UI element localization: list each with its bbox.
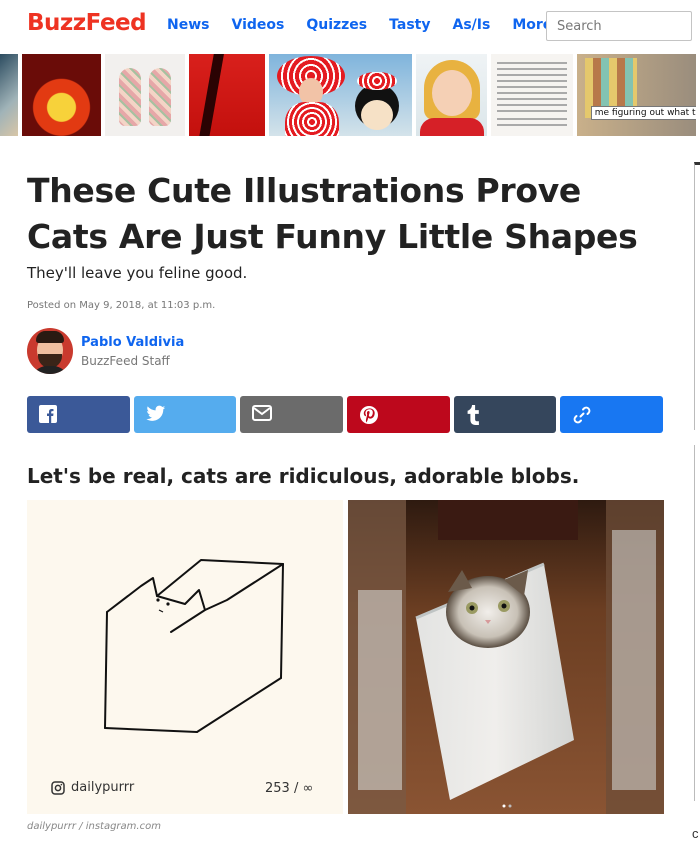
share-bar [27,396,664,433]
text-line [497,110,568,112]
text-line [497,68,568,70]
link-icon [573,406,591,424]
slipper-shape [149,68,172,126]
avatar-hair-shape [36,331,64,343]
share-email-button[interactable] [240,396,344,433]
mouse-face-shape [360,100,393,130]
instagram-handle: dailypurrr [71,780,135,795]
share-facebook-button[interactable] [27,396,130,433]
share-twitter-button[interactable] [133,396,237,433]
site-header: BuzzFeed News Videos Quizzes Tasty As/Is… [0,0,700,54]
trending-thumbnail[interactable] [0,54,18,136]
nav-videos[interactable]: Videos [231,17,284,33]
article-title: These Cute Illustrations Prove Cats Are … [27,171,638,256]
image-credit: dailypurrr / instagram.com [27,821,161,832]
author-role: BuzzFeed Staff [81,354,170,368]
instagram-icon [51,780,65,795]
share-pinterest-button[interactable] [347,396,450,433]
buzzfeed-logo[interactable]: BuzzFeed [27,10,147,36]
text-line [497,92,568,94]
search-input[interactable] [546,11,692,41]
trending-thumbnail[interactable] [268,54,412,136]
mail-icon [252,405,273,421]
twitter-icon [146,405,165,421]
trending-thumbnail[interactable] [188,54,265,136]
pencil-shape [199,54,225,136]
slipper-shape [119,68,142,126]
face-shape [431,70,472,116]
facebook-icon [39,405,57,423]
article-subtitle: They'll leave you feline good. [27,264,248,282]
text-line [497,74,568,76]
cat-box-illustration: dailypurrr 253 / ∞ [27,500,343,814]
article-lede: Let's be real, cats are ridiculous, ador… [27,464,580,488]
share-tumblr-button[interactable] [453,396,557,433]
cat-photo-drawing [348,500,664,814]
author-name-link[interactable]: Pablo Valdivia [81,335,184,350]
pinterest-icon [360,406,379,424]
cat-in-container-photo [348,500,664,814]
text-line [497,98,568,100]
sidebar-edge [694,162,700,430]
nav-news[interactable]: News [167,17,209,33]
text-line [497,118,568,120]
copy-link-button[interactable] [560,396,664,433]
tumblr-icon [467,405,479,425]
instagram-attribution[interactable]: dailypurrr [51,780,134,795]
trending-thumbnail[interactable] [105,54,185,136]
trending-thumbnail-strip: me figuring out what to [0,54,700,136]
text-line [497,124,568,126]
trending-thumbnail[interactable] [21,54,102,136]
sidebar-edge [694,445,700,801]
author-avatar[interactable] [27,328,73,374]
illustration-count: 253 / ∞ [265,781,314,796]
avatar-body-shape [31,366,69,374]
nav-quizzes[interactable]: Quizzes [306,17,367,33]
polka-dress-shape [284,102,339,136]
trending-thumbnail[interactable]: me figuring out what to [576,54,697,136]
cat-box-drawing [104,559,284,733]
trending-thumbnail[interactable] [415,54,488,136]
nav-as-is[interactable]: As/Is [452,17,490,33]
post-timestamp: Posted on May 9, 2018, at 11:03 p.m. [27,300,216,311]
bow-shape [356,72,397,90]
thumbnail-caption: me figuring out what to [590,106,697,120]
text-line [497,104,568,106]
text-line [497,80,568,82]
text-line [497,86,568,88]
shirt-shape [419,118,484,136]
text-line [497,62,568,64]
sidebar-cutoff-glyph: c [692,826,699,841]
main-nav: News Videos Quizzes Tasty As/Is More▾ [167,17,583,33]
trending-thumbnail[interactable] [491,54,573,136]
nav-tasty[interactable]: Tasty [389,17,430,33]
